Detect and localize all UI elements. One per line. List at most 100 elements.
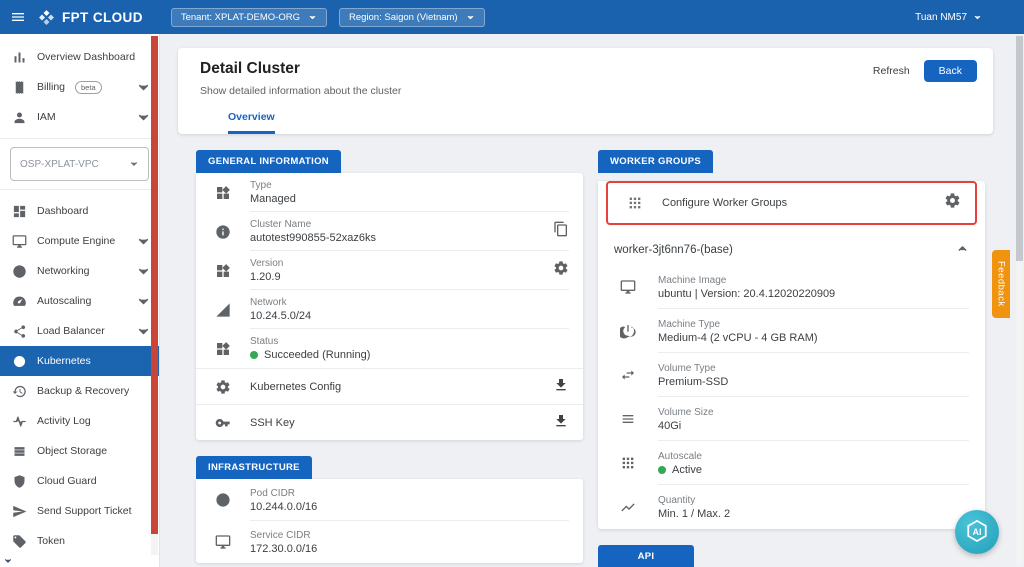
row-quantity: Quantity Min. 1 / Max. 2: [598, 485, 985, 529]
row-volume-type: Volume Type Premium-SSD: [598, 353, 985, 397]
download-ssh-key-button[interactable]: [553, 413, 569, 432]
gear-icon: [215, 379, 231, 395]
sidebar-item-activity-log[interactable]: Activity Log: [0, 406, 159, 436]
row-label: Network: [250, 297, 311, 308]
row-version: Version 1.20.9: [196, 251, 583, 290]
row-label: Status: [250, 336, 370, 347]
configure-worker-groups-label: Configure Worker Groups: [662, 197, 787, 209]
refresh-button[interactable]: Refresh: [873, 65, 910, 77]
row-machine-type: Machine Type Medium-4 (2 vCPU - 4 GB RAM…: [598, 309, 985, 353]
worker-groups-title: WORKER GROUPS: [598, 150, 713, 173]
bar-chart-icon: [12, 50, 27, 65]
collapse-worker-group-button[interactable]: [956, 242, 969, 258]
row-status: Status Succeeded (Running): [196, 329, 583, 368]
globe-icon: [12, 264, 27, 279]
send-icon: [12, 504, 27, 519]
monitor-icon: [215, 534, 231, 550]
row-label: Volume Type: [658, 363, 728, 374]
sidebar-item-autoscaling[interactable]: Autoscaling: [0, 286, 159, 316]
chevron-down-icon: [136, 264, 151, 279]
copy-cluster-name-button[interactable]: [553, 221, 569, 242]
region-selector[interactable]: Region: Saigon (Vietnam): [339, 8, 485, 27]
chevron-down-icon: [129, 159, 139, 169]
chevron-down-icon: [136, 80, 151, 95]
row-label: Version: [250, 258, 283, 269]
infrastructure-card: INFRASTRUCTURE Pod CIDR 10.244.0.0/16: [196, 456, 583, 563]
user-menu[interactable]: Tuan NM57: [915, 12, 982, 23]
status-value: Succeeded (Running): [264, 349, 370, 361]
hamburger-icon: [10, 9, 26, 25]
row-pod-cidr: Pod CIDR 10.244.0.0/16: [196, 479, 583, 521]
sidebar-item-backup-recovery[interactable]: Backup & Recovery: [0, 376, 159, 406]
row-value: Min. 1 / Max. 2: [658, 508, 730, 520]
sidebar-scrollbar[interactable]: [151, 36, 158, 555]
download-icon: [553, 413, 569, 429]
autoscale-value: Active: [672, 464, 702, 476]
gear-icon: [944, 192, 961, 209]
sidebar-item-iam[interactable]: IAM: [0, 102, 159, 132]
action-label: Kubernetes Config: [250, 381, 341, 393]
swap-icon: [620, 367, 636, 383]
sidebar-scrollbar-thumb[interactable]: [151, 36, 158, 534]
sidebar-item-cloud-guard[interactable]: Cloud Guard: [0, 466, 159, 496]
feedback-tab[interactable]: Feedback: [992, 250, 1010, 318]
widgets-icon: [215, 185, 231, 201]
ai-label: AI: [973, 527, 982, 537]
sidebar-item-object-storage[interactable]: Object Storage: [0, 436, 159, 466]
shield-icon: [12, 474, 27, 489]
download-kubernetes-config-button[interactable]: [553, 377, 569, 396]
chevron-down-icon: [466, 13, 475, 22]
row-volume-size: Volume Size 40Gi: [598, 397, 985, 441]
row-label: Service CIDR: [250, 530, 317, 541]
tab-overview[interactable]: Overview: [228, 111, 275, 134]
sidebar-item-overview-dashboard[interactable]: Overview Dashboard: [0, 42, 159, 72]
receipt-icon: [12, 80, 27, 95]
chevron-down-icon: [136, 294, 151, 309]
sidebar-divider: [0, 138, 159, 139]
row-label: Quantity: [658, 495, 730, 506]
monitor-icon: [620, 279, 636, 295]
version-settings-button[interactable]: [553, 260, 569, 281]
sidebar-item-networking[interactable]: Networking: [0, 256, 159, 286]
row-service-cidr: Service CIDR 172.30.0.0/16: [196, 521, 583, 563]
menu-button[interactable]: [0, 0, 36, 34]
vpc-select[interactable]: OSP-XPLAT-VPC: [10, 147, 149, 181]
row-value: Medium-4 (2 vCPU - 4 GB RAM): [658, 332, 818, 344]
vpc-select-value: OSP-XPLAT-VPC: [20, 159, 99, 170]
page-title: Detail Cluster: [200, 60, 300, 78]
brand-logo[interactable]: FPT CLOUD: [38, 9, 143, 26]
chevron-down-icon: [136, 234, 151, 249]
tenant-selector[interactable]: Tenant: XPLAT-DEMO-ORG: [171, 8, 327, 27]
status-dot-green: [658, 466, 666, 474]
sidebar-item-load-balancer[interactable]: Load Balancer: [0, 316, 159, 346]
sidebar-item-compute-engine[interactable]: Compute Engine: [0, 226, 159, 256]
general-information-card: GENERAL INFORMATION Type Managed: [196, 150, 583, 440]
chevron-down-icon: [136, 324, 151, 339]
download-icon: [553, 377, 569, 393]
sidebar-item-token[interactable]: Token: [0, 526, 159, 556]
person-icon: [12, 110, 27, 125]
sidebar-scroll-down-icon[interactable]: [3, 556, 13, 566]
worker-groups-settings-button[interactable]: [944, 192, 961, 214]
sidebar-item-dashboard[interactable]: Dashboard: [0, 196, 159, 226]
page-scrollbar-thumb[interactable]: [1016, 36, 1023, 261]
main-content: Detail Cluster Show detailed information…: [160, 34, 1024, 567]
sidebar-item-kubernetes[interactable]: Kubernetes: [0, 346, 159, 376]
row-label: Autoscale: [658, 451, 702, 462]
fpt-cloud-console: FPT CLOUD Tenant: XPLAT-DEMO-ORG Region:…: [0, 0, 1024, 567]
sidebar-item-send-support-ticket[interactable]: Send Support Ticket: [0, 496, 159, 526]
grid-dots-icon: [620, 455, 636, 471]
back-button[interactable]: Back: [924, 60, 977, 82]
storage-icon: [12, 444, 27, 459]
chevron-down-icon: [308, 13, 317, 22]
row-machine-image: Machine Image ubuntu | Version: 20.4.120…: [598, 265, 985, 309]
sidebar-item-billing[interactable]: Billing beta: [0, 72, 159, 102]
configure-worker-groups-row[interactable]: Configure Worker Groups: [606, 181, 977, 225]
row-type: Type Managed: [196, 173, 583, 212]
info-icon: [215, 224, 231, 240]
worker-group-header[interactable]: worker-3jt6nn76-(base): [598, 233, 985, 265]
row-value: Managed: [250, 193, 296, 205]
page-scrollbar[interactable]: [1016, 36, 1023, 565]
ai-chat-button[interactable]: AI: [955, 510, 999, 554]
gear-icon: [553, 260, 569, 276]
